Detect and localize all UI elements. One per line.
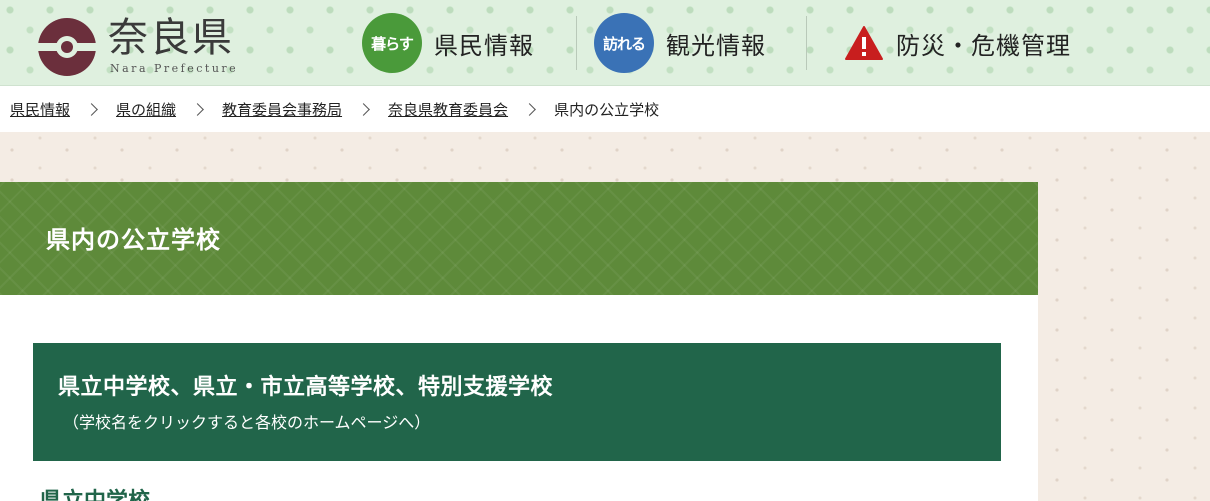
logo-subtitle: Nara Prefecture bbox=[110, 62, 239, 75]
warning-icon bbox=[845, 26, 883, 60]
nav-bousai[interactable]: 防災・危機管理 bbox=[844, 12, 1071, 74]
subheading-prefectural-junior-high: 県立中学校 bbox=[40, 483, 150, 501]
page-title: 県内の公立学校 bbox=[46, 226, 221, 254]
otozureru-badge-icon: 訪れる bbox=[594, 13, 654, 73]
nara-emblem-icon bbox=[38, 18, 96, 76]
breadcrumb: 県民情報 県の組織 教育委員会事務局 奈良県教育委員会 県内の公立学校 bbox=[0, 86, 1210, 132]
nav-divider bbox=[576, 16, 577, 70]
nav-divider bbox=[806, 16, 807, 70]
breadcrumb-link[interactable]: 県の組織 bbox=[116, 99, 176, 120]
breadcrumb-current: 県内の公立学校 bbox=[554, 100, 660, 119]
site-logo[interactable]: 奈良県 Nara Prefecture bbox=[36, 12, 246, 78]
section-note: （学校名をクリックすると各校のホームページへ） bbox=[63, 413, 431, 432]
chevron-right-icon bbox=[85, 102, 98, 116]
site-header: 奈良県 Nara Prefecture 暮らす 県民情報 訪れる 観光情報 防災… bbox=[0, 0, 1210, 86]
section-title: 県立中学校、県立・市立高等学校、特別支援学校 bbox=[58, 375, 554, 400]
breadcrumb-link[interactable]: 教育委員会事務局 bbox=[222, 99, 342, 120]
nav-bousai-label: 防災・危機管理 bbox=[896, 31, 1071, 60]
breadcrumb-link[interactable]: 奈良県教育委員会 bbox=[388, 99, 508, 120]
nav-kanko[interactable]: 訪れる 観光情報 bbox=[594, 12, 766, 74]
logo-text: 奈良県 bbox=[108, 15, 234, 61]
chevron-right-icon bbox=[191, 102, 204, 116]
chevron-right-icon bbox=[357, 102, 370, 116]
nav-kenmin[interactable]: 暮らす 県民情報 bbox=[362, 12, 534, 74]
nav-kanko-label: 観光情報 bbox=[666, 31, 766, 60]
main-content: 県立中学校、県立・市立高等学校、特別支援学校 （学校名をクリックすると各校のホー… bbox=[0, 295, 1038, 501]
chevron-right-icon bbox=[523, 102, 536, 116]
breadcrumb-link[interactable]: 県民情報 bbox=[10, 99, 70, 120]
section-header: 県立中学校、県立・市立高等学校、特別支援学校 （学校名をクリックすると各校のホー… bbox=[33, 343, 1001, 461]
nav-kenmin-label: 県民情報 bbox=[434, 31, 534, 60]
page-title-bar: 県内の公立学校 bbox=[0, 182, 1038, 295]
kurasu-badge-icon: 暮らす bbox=[362, 13, 422, 73]
